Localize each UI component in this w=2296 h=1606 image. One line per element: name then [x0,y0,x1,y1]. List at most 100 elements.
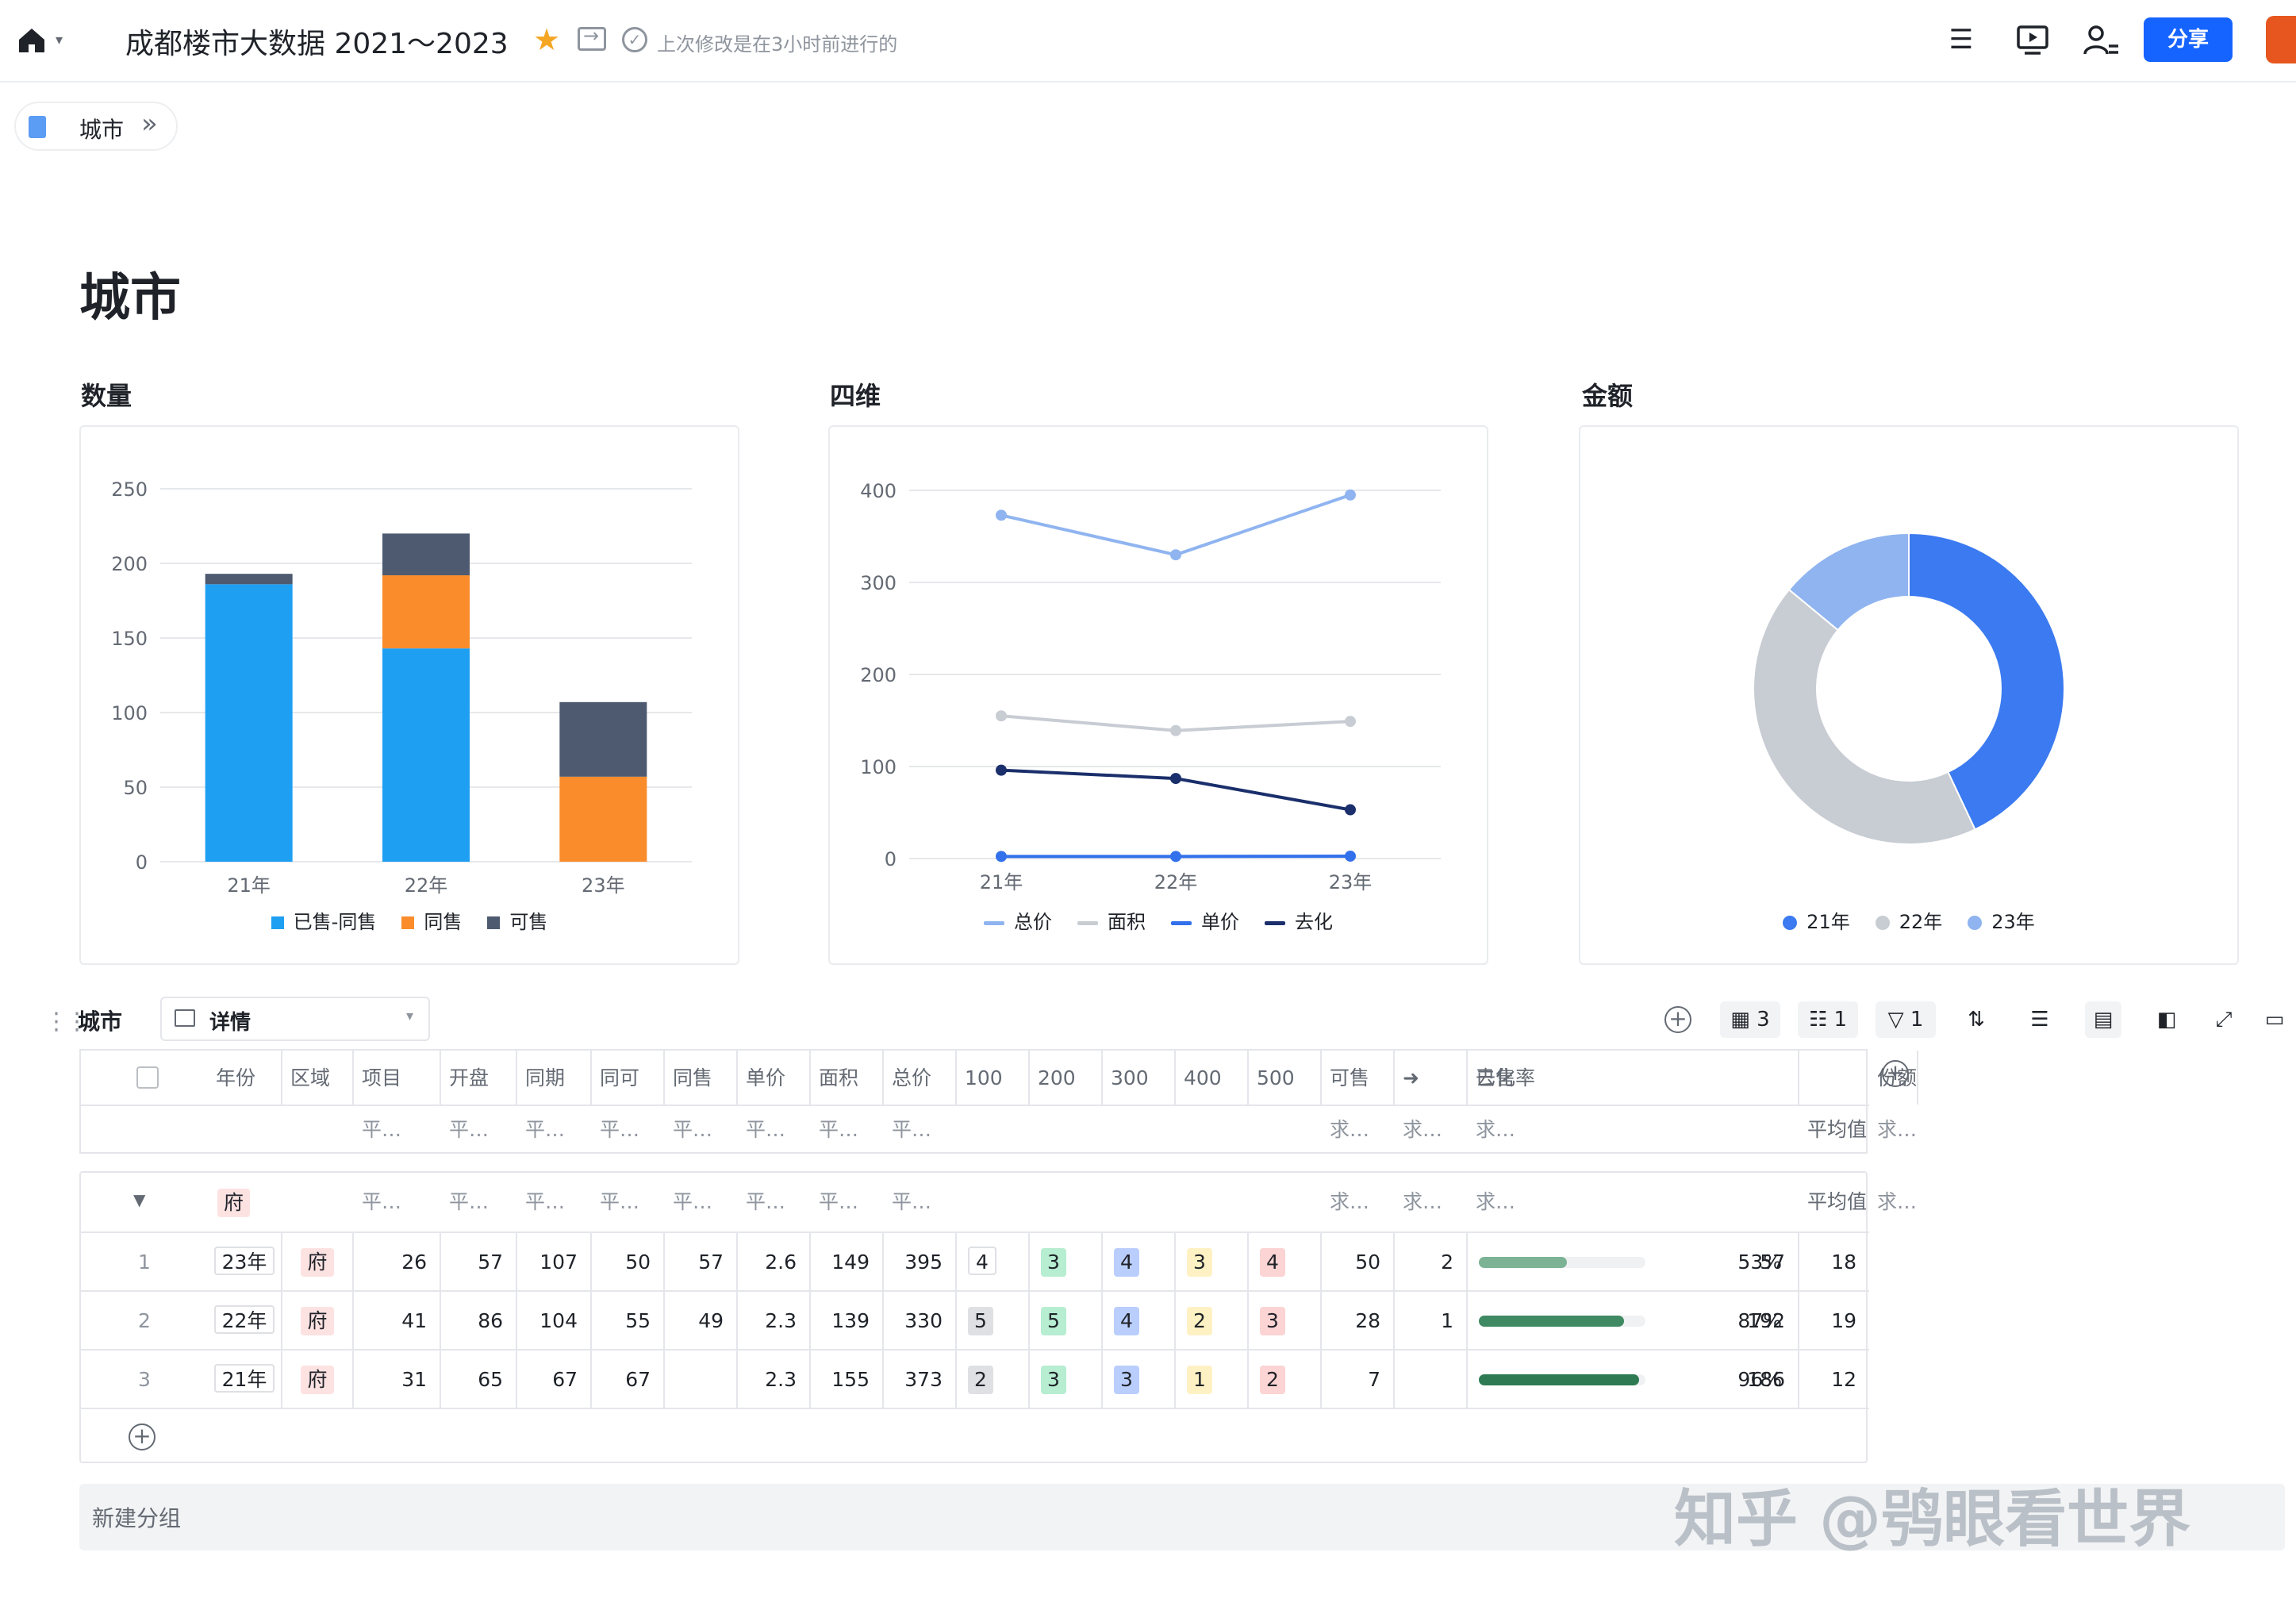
group-summary-cell[interactable]: 平… [517,1173,592,1231]
legend-item[interactable]: 22年 [1875,906,1942,934]
year-cell[interactable]: 21年 [208,1350,282,1408]
number-cell[interactable]: 55 [592,1292,665,1349]
breadcrumb-label[interactable]: 城市 [79,113,124,144]
group-summary-cell[interactable] [957,1173,1030,1231]
number-cell[interactable]: 139 [811,1292,884,1349]
filter-button[interactable]: ▽ 1 [1876,1001,1936,1038]
new-group-label[interactable]: 新建分组 [92,1501,181,1533]
summary-cell[interactable] [957,1106,1030,1154]
group-button[interactable]: ☷ 1 [1798,1001,1858,1038]
avatar[interactable] [2266,16,2296,63]
summary-cell[interactable]: 求… [1468,1106,1799,1154]
number-cell[interactable] [1395,1350,1468,1408]
column-header[interactable]: 同可 [592,1051,665,1105]
rating-cell[interactable]: 3 [1249,1292,1322,1349]
rating-cell[interactable]: 4 [957,1233,1030,1290]
collapse-caret-icon[interactable]: ▼ [133,1190,145,1209]
summary-cell[interactable]: 平… [738,1106,811,1154]
table-row[interactable]: 2 22年府 41 86 104 55 49 2.3 139 330 5 5 4 2 3 28 1 192 87% 1… [81,1292,1869,1350]
number-cell[interactable]: 12 [1799,1350,1869,1408]
column-header[interactable]: 100 [957,1051,1030,1105]
view-selector[interactable] [160,997,430,1041]
rating-cell[interactable]: 2 [1249,1350,1322,1408]
summary-cell[interactable]: 求… [1395,1106,1468,1154]
fields-button[interactable]: ▦ 3 [1720,1001,1780,1038]
column-header[interactable]: 500 [1249,1051,1322,1105]
column-header[interactable]: 面积 [811,1051,884,1105]
number-cell[interactable]: 86 [441,1292,517,1349]
rating-cell[interactable]: 3 [1030,1233,1103,1290]
progress-cell[interactable]: 96% [1468,1350,1799,1408]
number-cell[interactable]: 104 [517,1292,592,1349]
number-cell[interactable]: 395 [884,1233,957,1290]
legend-item[interactable]: 可售 [487,906,547,934]
group-summary-cell[interactable]: 平… [665,1173,738,1231]
column-header[interactable]: 总价 [884,1051,957,1105]
rating-cell[interactable]: 5 [1030,1292,1103,1349]
number-cell[interactable]: 330 [884,1292,957,1349]
column-header[interactable]: 去化率 [1468,1051,1799,1105]
summary-cell[interactable] [1249,1106,1322,1154]
summary-cell[interactable] [1103,1106,1176,1154]
year-cell[interactable]: 23年 [208,1233,282,1290]
number-cell[interactable]: 67 [592,1350,665,1408]
number-cell[interactable]: 2.3 [738,1350,811,1408]
number-cell[interactable]: 28 [1322,1292,1395,1349]
rating-cell[interactable]: 3 [1103,1350,1176,1408]
group-summary-cell[interactable]: 求… [1322,1173,1395,1231]
number-cell[interactable]: 50 [1322,1233,1395,1290]
star-icon[interactable]: ★ [533,22,560,57]
group-header-row[interactable]: ▼府平…平…平…平…平…平…平…平…求…求…求…平均值 79%求… [81,1173,1917,1233]
comment-icon[interactable]: ▭ [2256,1001,2293,1038]
column-header[interactable]: 可售 [1322,1051,1395,1105]
number-cell[interactable]: 2 [1395,1233,1468,1290]
number-cell[interactable]: 155 [811,1350,884,1408]
group-summary-cell[interactable]: 求… [1869,1173,1917,1231]
add-row-icon[interactable]: + [129,1424,155,1450]
summary-cell[interactable]: 平… [811,1106,884,1154]
doc-title[interactable]: 成都楼市大数据 2021～2023 [125,21,509,62]
progress-cell[interactable]: 53% [1468,1233,1799,1290]
summary-cell[interactable]: 平… [665,1106,738,1154]
double-chevron-icon[interactable]: » [141,108,158,140]
group-summary-cell[interactable]: 求… [1395,1173,1468,1231]
summary-cell[interactable] [1176,1106,1249,1154]
group-summary-cell[interactable] [1103,1173,1176,1231]
summary-cell[interactable]: 平… [592,1106,665,1154]
rating-cell[interactable]: 4 [1249,1233,1322,1290]
legend-item[interactable]: 已售-同售 [271,906,376,934]
column-header[interactable]: 200 [1030,1051,1103,1105]
group-summary-cell[interactable] [1249,1173,1322,1231]
row-height-icon[interactable]: ☰ [2021,1001,2058,1038]
calendar-icon[interactable]: ▤ [2085,1001,2121,1038]
menu-icon[interactable]: ☰ [1942,21,1980,59]
summary-cell[interactable]: 平… [354,1106,441,1154]
area-cell[interactable]: 府 [282,1350,354,1408]
group-summary-cell[interactable]: 平均值 79% [1799,1173,1869,1231]
number-cell[interactable]: 26 [354,1233,441,1290]
legend-item[interactable]: 单价 [1171,906,1239,934]
group-summary-cell[interactable] [1176,1173,1249,1231]
select-all-checkbox[interactable] [136,1066,159,1089]
group-summary-cell[interactable]: 平… [592,1173,665,1231]
number-cell[interactable]: 67 [517,1350,592,1408]
rating-cell[interactable]: 4 [1103,1292,1176,1349]
group-summary-cell[interactable]: 求… [1468,1173,1799,1231]
table-row[interactable]: 1 23年府 26 57 107 50 57 2.6 149 395 4 3 4 3 4 50 2 57 53% 18 [81,1233,1869,1292]
number-cell[interactable]: 2.6 [738,1233,811,1290]
legend-item[interactable]: 面积 [1077,906,1146,934]
add-column-icon[interactable]: + [1882,1060,1909,1087]
number-cell[interactable]: 41 [354,1292,441,1349]
rating-cell[interactable]: 3 [1030,1350,1103,1408]
number-cell[interactable]: 19 [1799,1292,1869,1349]
number-cell[interactable]: 1 [1395,1292,1468,1349]
number-cell[interactable]: 149 [811,1233,884,1290]
home-caret-icon[interactable]: ▾ [56,32,63,48]
group-header-cell[interactable]: ▼ 府 [81,1173,282,1231]
column-header[interactable]: 同售 [665,1051,738,1105]
rating-cell[interactable]: 1 [1176,1350,1249,1408]
column-header[interactable]: 单价 [738,1051,811,1105]
bar-chart-card[interactable]: 0 50 100 150 200 250 21年 22年 23年 已售-同售 同售 可售 [79,425,739,965]
legend-item[interactable]: 总价 [984,906,1052,934]
column-header[interactable]: 项目 [354,1051,441,1105]
